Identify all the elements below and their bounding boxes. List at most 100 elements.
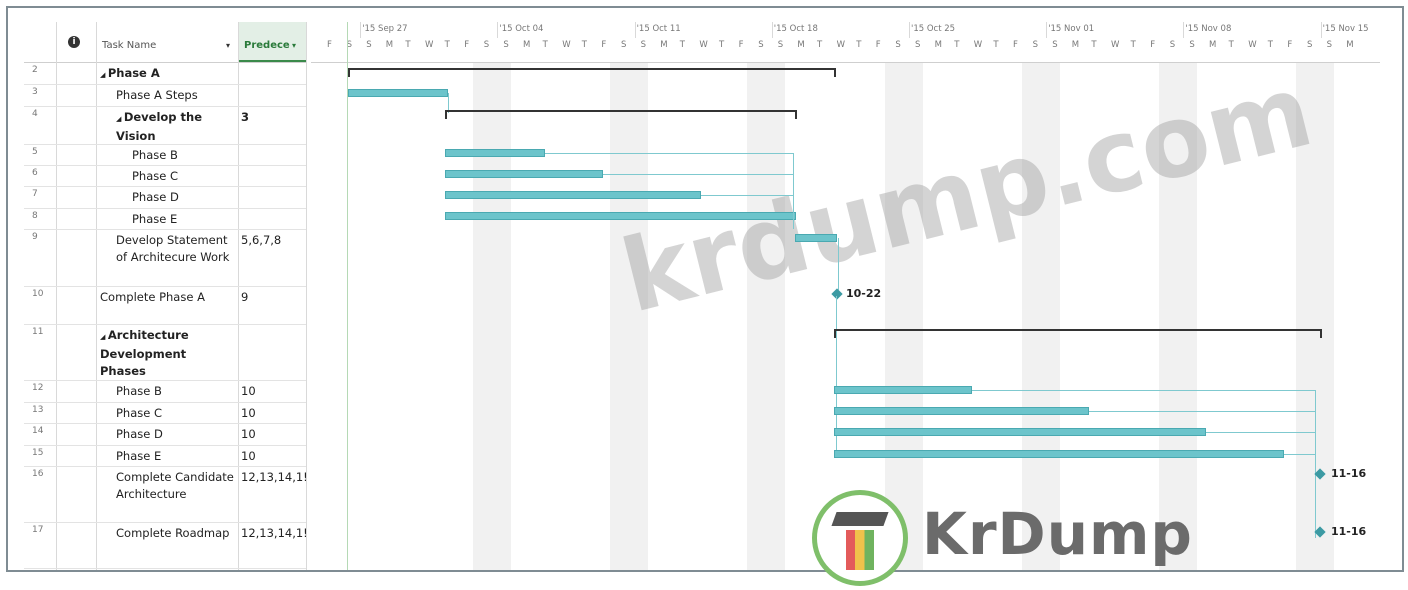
task-bar-phase-d[interactable]	[445, 191, 701, 199]
task-bar-arch-phase-d[interactable]	[834, 428, 1206, 436]
milestone-diamond-phase-a[interactable]	[831, 288, 843, 300]
day-label: F	[327, 40, 332, 50]
task-name-cell[interactable]: ◢ Phase A	[96, 62, 236, 84]
dependency-link	[1089, 411, 1315, 412]
predecessors-cell[interactable]	[238, 62, 306, 65]
task-bar-phase-b[interactable]	[445, 149, 545, 157]
graduation-cap-icon	[831, 512, 889, 526]
day-label: S	[366, 40, 372, 50]
task-name-cell[interactable]: Complete Roadmap	[96, 522, 236, 542]
predecessors-cell[interactable]: 10	[238, 423, 306, 443]
table-row[interactable]: 5 Phase B	[24, 144, 306, 166]
day-label: T	[679, 40, 685, 50]
task-bar-phase-c[interactable]	[445, 170, 603, 178]
collapse-icon[interactable]: ◢	[100, 71, 108, 79]
table-row[interactable]: 10 Complete Phase A 9	[24, 286, 306, 325]
predecessors-cell[interactable]	[238, 208, 306, 211]
day-label: T	[405, 40, 411, 50]
task-name-cell[interactable]: Phase E	[96, 445, 236, 465]
day-label: M	[797, 40, 805, 50]
week-label: '15 Oct 11	[636, 24, 681, 34]
milestone-label: 11-16	[1331, 525, 1367, 538]
table-row[interactable]: 16 Complete Candidate Architecture 12,13,1…	[24, 466, 306, 523]
predecessors-cell[interactable]	[238, 165, 306, 168]
predecessors-cell[interactable]: 10	[238, 402, 306, 422]
table-row[interactable]: 12 Phase B 10	[24, 380, 306, 403]
row-number: 14	[32, 426, 44, 436]
collapse-icon[interactable]: ◢	[100, 333, 108, 341]
table-row[interactable]: 3 Phase A Steps	[24, 84, 306, 107]
predecessors-cell[interactable]: 12,13,14,1!	[238, 466, 306, 486]
day-label: F	[1287, 40, 1293, 50]
gantt-chart: '15 Sep 27 '15 Oct 04 '15 Oct 11 '15 Oct 18…	[311, 22, 1380, 570]
task-name-text: Phase B	[132, 148, 178, 162]
collapse-icon[interactable]: ◢	[116, 115, 124, 123]
table-row[interactable]: 2 ◢ Phase A	[24, 62, 306, 85]
milestone-label: 11-16	[1331, 467, 1367, 480]
table-row[interactable]: 15 Phase E 10	[24, 445, 306, 467]
table-row[interactable]: 11 ◢ Architecture Development Phases	[24, 324, 306, 381]
row-number: 5	[32, 147, 38, 157]
table-row[interactable]: 8 Phase E	[24, 208, 306, 230]
task-name-cell[interactable]: Phase D	[96, 423, 236, 443]
day-label: F	[738, 40, 744, 50]
week-divider	[1046, 22, 1048, 38]
predecessors-cell[interactable]: 10	[238, 445, 306, 465]
task-name-cell[interactable]: Phase C	[96, 165, 236, 185]
task-bar-statement-of-work[interactable]	[795, 234, 837, 242]
day-label: S	[503, 40, 509, 50]
task-name-cell[interactable]: Develop Statement of Architecure Work	[96, 229, 236, 266]
task-name-cell[interactable]: Phase D	[96, 186, 236, 206]
row-number: 12	[32, 383, 44, 393]
table-row[interactable]: 13 Phase C 10	[24, 402, 306, 424]
day-label: S	[1307, 40, 1313, 50]
day-label: S	[621, 40, 627, 50]
task-name-cell[interactable]: Complete Phase A	[96, 286, 236, 306]
table-row[interactable]: 6 Phase C	[24, 165, 306, 187]
grid-column-divider	[306, 22, 307, 570]
task-bar-arch-phase-e[interactable]	[834, 450, 1284, 458]
task-name-text: Phase A Steps	[116, 88, 198, 102]
task-bar-phase-e[interactable]	[445, 212, 796, 220]
summary-bar-phase-a	[348, 68, 836, 70]
summary-bar-architecture-phases-end-tick	[1320, 329, 1322, 338]
predecessors-cell[interactable]: 12,13,14,1!	[238, 522, 306, 542]
task-name-cell[interactable]: Phase A Steps	[96, 84, 236, 104]
predecessors-cell[interactable]: 10	[238, 380, 306, 400]
day-label: T	[542, 40, 548, 50]
predecessors-cell[interactable]	[238, 84, 306, 87]
day-label: T	[1091, 40, 1097, 50]
week-divider	[497, 22, 499, 38]
table-row[interactable]: 7 Phase D	[24, 186, 306, 209]
task-bar-arch-phase-c[interactable]	[834, 407, 1089, 415]
table-row[interactable]: 17 Complete Roadmap 12,13,14,1!	[24, 522, 306, 569]
week-label: '15 Nov 08	[1185, 24, 1232, 34]
task-name-cell[interactable]: ◢ Architecture Development Phases	[96, 324, 236, 380]
table-row[interactable]: 14 Phase D 10	[24, 423, 306, 446]
task-bar-arch-phase-b[interactable]	[834, 386, 972, 394]
predecessors-cell[interactable]: 9	[238, 286, 306, 306]
predecessors-cell[interactable]: 5,6,7,8	[238, 229, 306, 249]
task-name-text: Architecture Development Phases	[100, 328, 189, 378]
day-label: M	[934, 40, 942, 50]
task-name-cell[interactable]: Phase B	[96, 144, 236, 164]
task-name-text: Complete Roadmap	[116, 526, 230, 540]
day-label: T	[1228, 40, 1234, 50]
task-name-cell[interactable]: Phase C	[96, 402, 236, 422]
row-number: 17	[32, 525, 44, 535]
task-name-cell[interactable]: ◢ Develop the Vision	[96, 106, 236, 145]
table-row[interactable]: 4 ◢ Develop the Vision 3	[24, 106, 306, 145]
week-divider	[771, 22, 773, 38]
predecessors-cell[interactable]	[238, 324, 306, 327]
predecessors-cell[interactable]	[238, 186, 306, 189]
predecessors-cell[interactable]: 3	[238, 106, 306, 126]
summary-bar-phase-a-start-tick	[348, 68, 350, 77]
task-name-cell[interactable]: Phase E	[96, 208, 236, 228]
day-label: T	[954, 40, 960, 50]
task-name-cell[interactable]: Complete Candidate Architecture	[96, 466, 236, 503]
task-name-cell[interactable]: Phase B	[96, 380, 236, 400]
task-bar-phase-a-steps[interactable]	[348, 89, 448, 97]
day-label: S	[758, 40, 764, 50]
predecessors-cell[interactable]	[238, 144, 306, 147]
table-row[interactable]: 9 Develop Statement of Architecure Work 5,…	[24, 229, 306, 287]
